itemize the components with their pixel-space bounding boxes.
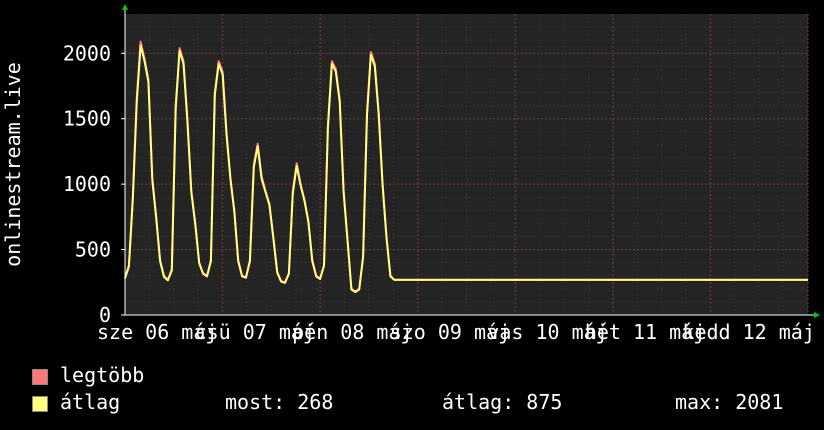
legend-label-max: legtöbb bbox=[60, 363, 145, 387]
y-tick-label: 1500 bbox=[63, 107, 111, 131]
x-tick-labels: sze 06 májcsü 07 májpén 08 májszo 09 máj… bbox=[97, 320, 815, 344]
plot-area bbox=[125, 14, 808, 315]
stat-now: most: 268 bbox=[225, 390, 334, 414]
y-axis-label: onlinestream.live bbox=[1, 62, 25, 267]
stat-max: max: 2081 bbox=[675, 390, 784, 414]
legend-item-avg: átlag bbox=[32, 390, 120, 414]
legend-item-max: legtöbb bbox=[32, 363, 144, 387]
y-axis-arrow-icon bbox=[122, 4, 128, 10]
y-tick-label: 500 bbox=[75, 238, 111, 262]
legend-swatch-avg bbox=[32, 395, 48, 412]
x-axis-arrow-icon bbox=[814, 312, 820, 318]
chart: 0500100015002000 sze 06 májcsü 07 májpén… bbox=[1, 4, 820, 344]
legend-swatch-max bbox=[32, 368, 48, 385]
stat-avg: átlag: 875 bbox=[442, 390, 563, 414]
legend-label-avg: átlag bbox=[60, 390, 121, 414]
x-tick-label: kedd 12 máj bbox=[682, 320, 814, 344]
y-tick-label: 2000 bbox=[63, 41, 111, 65]
y-tick-label: 1000 bbox=[63, 172, 111, 196]
y-tick-labels: 0500100015002000 bbox=[63, 41, 125, 327]
